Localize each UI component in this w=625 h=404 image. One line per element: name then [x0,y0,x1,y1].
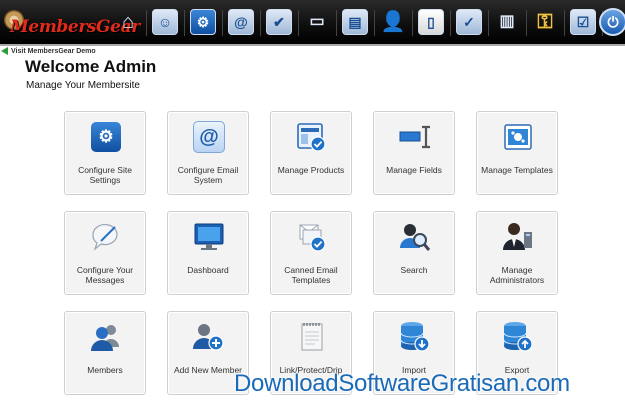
database-import-icon [398,320,432,354]
visit-demo-link-text: Visit MembersGear Demo [11,47,96,55]
card-search[interactable]: Search [373,211,455,295]
power-icon[interactable]: ⏻ [597,6,625,38]
templates-icon[interactable]: ▤ [339,6,371,38]
page-title: Welcome Admin [25,57,157,76]
card-label: Canned Email Templates [284,265,338,285]
card-label: Configure Email System [177,165,239,185]
email-at-icon[interactable]: @ [225,6,257,38]
card-configure-your-messages[interactable]: Configure Your Messages [64,211,146,295]
visit-demo-link[interactable]: Visit MembersGear Demo [0,46,96,56]
page-subtitle: Manage Your Membersite [26,80,140,91]
card-label: Members [87,365,123,375]
key-user-icon[interactable]: ⚿ [529,6,561,38]
card-configure-site-settings[interactable]: ⚙ Configure Site Settings [64,111,146,195]
card-label: Manage Products [277,165,345,175]
card-label: Configure Site Settings [78,165,132,185]
database-export-icon [501,320,535,354]
template-sparkle-icon [501,120,535,154]
protect-icon[interactable]: ✓ [453,6,485,38]
card-manage-fields[interactable]: Manage Fields [373,111,455,195]
card-label: Search [400,265,428,275]
clipboard-check-icon[interactable]: ☑ [567,6,599,38]
document-icon[interactable]: ▯ [415,6,447,38]
users-group-icon [89,320,123,354]
add-user-icon [192,320,226,354]
members-check-icon[interactable]: ☺ [149,6,181,38]
at-sign-icon: @ [192,120,226,154]
email-template-check-icon [295,220,329,254]
speech-bubble-pen-icon [89,220,123,254]
home-icon[interactable]: ⌂ [112,6,144,38]
card-configure-email-system[interactable]: @ Configure Email System [167,111,249,195]
monitor-icon [192,220,226,254]
card-canned-email-templates[interactable]: Canned Email Templates [270,211,352,295]
card-manage-products[interactable]: Manage Products [270,111,352,195]
card-members[interactable]: Members [64,311,146,395]
notepad-icon [295,320,329,354]
top-navigation-bar: MembersGear ⌂ ☺ ⚙ @ ✔ ▭ ▤ 👤 ▯ ✓ ▥ ⚿ ☑ ⏻ [0,0,625,46]
stats-icon[interactable]: ▥ [491,6,523,38]
user-search-icon [398,220,432,254]
card-manage-administrators[interactable]: Manage Administrators [476,211,558,295]
card-label: Manage Fields [386,165,442,175]
watermark-text: DownloadSoftwareGratisan.com [234,370,570,397]
settings-gear-icon[interactable]: ⚙ [187,6,219,38]
card-dashboard[interactable]: Dashboard [167,211,249,295]
back-arrow-icon [1,47,8,55]
card-label: Manage Templates [481,165,553,175]
gear-icon: ⚙ [89,120,123,154]
card-manage-templates[interactable]: Manage Templates [476,111,558,195]
fields-icon[interactable]: ▭ [301,6,333,38]
membersgear-logo[interactable]: MembersGear [4,8,140,38]
user-icon[interactable]: 👤 [377,6,409,38]
text-field-cursor-icon [398,120,432,154]
card-label: Manage Administrators [489,265,545,285]
products-check-icon[interactable]: ✔ [263,6,295,38]
admin-user-icon [501,220,535,254]
card-label: Configure Your Messages [76,265,134,285]
card-label: Dashboard [187,265,229,275]
product-window-check-icon [295,120,329,154]
